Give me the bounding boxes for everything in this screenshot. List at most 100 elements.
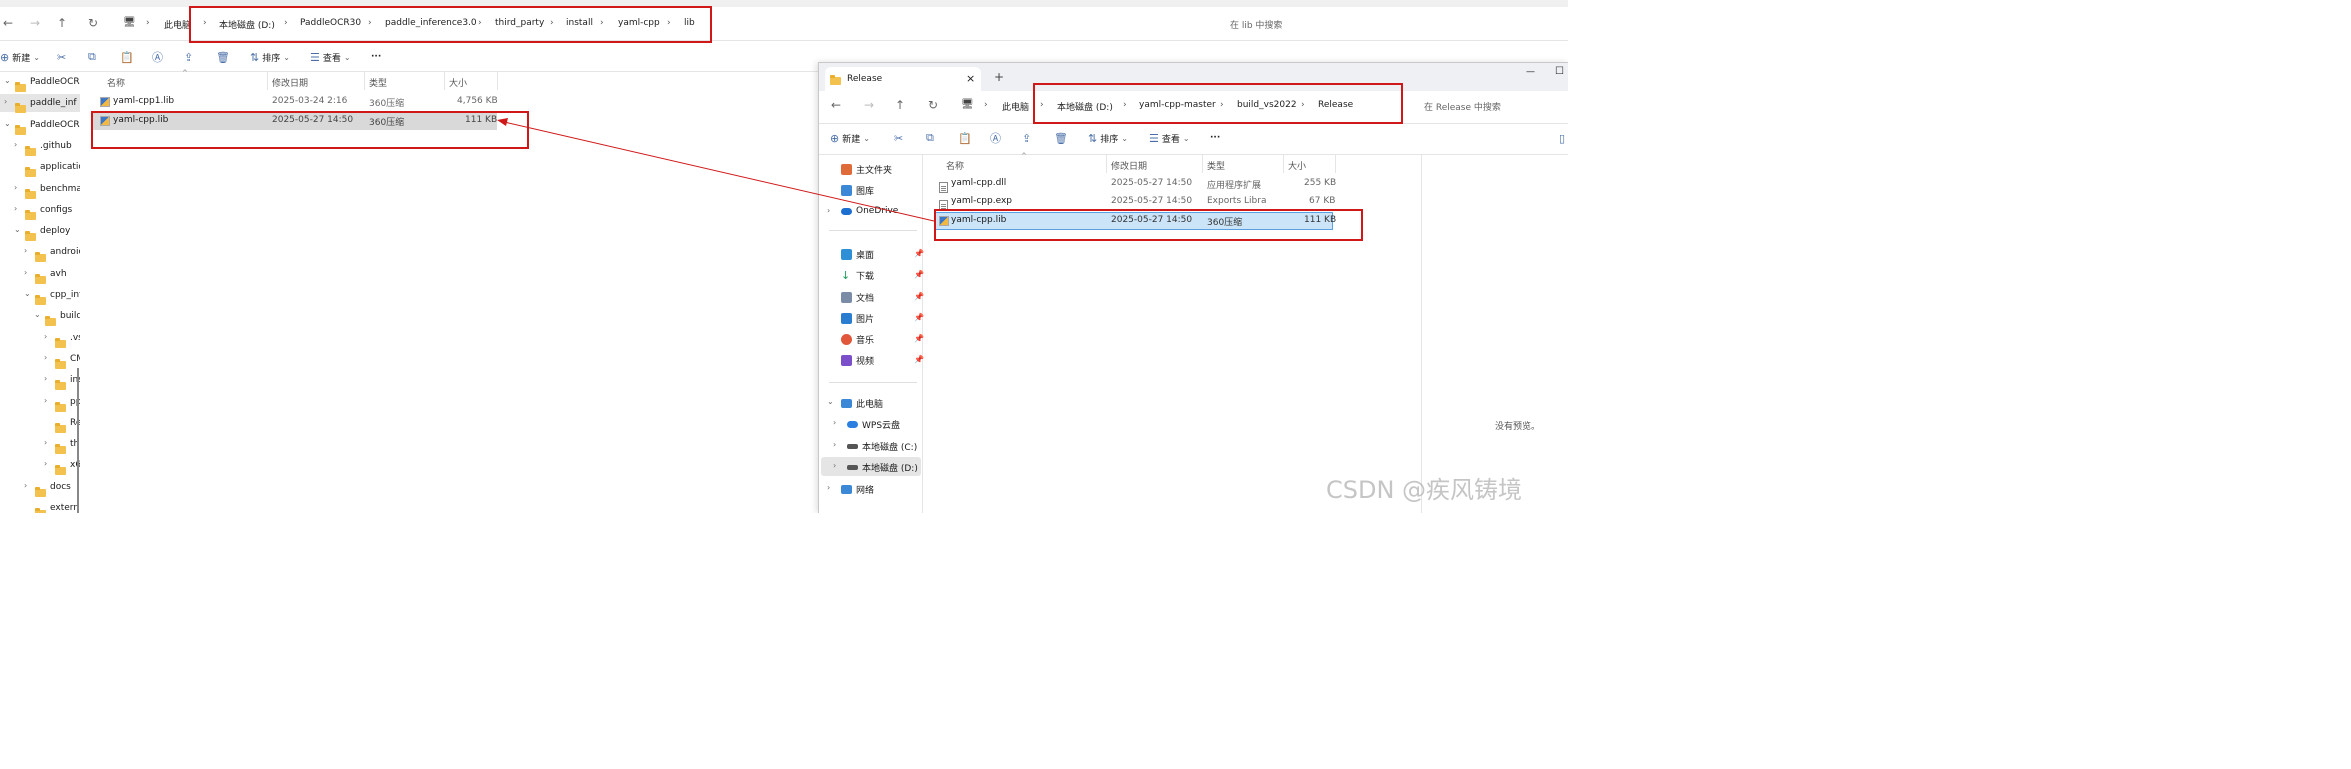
details-pane-icon[interactable]: ▯ <box>1559 132 1565 145</box>
chevron-right-icon[interactable]: › <box>24 481 27 490</box>
delete-icon[interactable]: 🗑 <box>216 49 230 65</box>
sidebar-item-pictures[interactable]: 图片 <box>841 312 874 325</box>
back-button[interactable]: ← <box>831 98 841 112</box>
back-button[interactable]: ← <box>3 16 13 30</box>
view-button[interactable]: ☰ 查看 ⌄ <box>310 49 351 65</box>
sidebar-item-gallery[interactable]: 图库 <box>841 184 874 197</box>
copy-icon[interactable]: ⧉ <box>926 130 934 146</box>
minimize-button[interactable]: — <box>1526 67 1535 77</box>
paste-icon[interactable]: 📋 <box>120 49 134 65</box>
sidebar-item-network[interactable]: 网络 <box>841 483 874 496</box>
chevron-right-icon[interactable]: › <box>44 353 47 362</box>
tree-item[interactable]: › benchma <box>0 180 80 199</box>
tree-item[interactable]: ›ppoc <box>0 393 80 412</box>
breadcrumb-this-pc[interactable]: 此电脑 <box>164 18 191 31</box>
chevron-right-icon[interactable]: › <box>24 246 27 255</box>
breadcrumb-this-pc[interactable]: 此电脑 <box>1002 100 1029 113</box>
pin-icon[interactable]: 📌 <box>914 292 924 301</box>
tree-item[interactable]: extern <box>0 499 80 513</box>
chevron-right-icon[interactable]: › <box>833 461 836 470</box>
tree-item[interactable]: › avh <box>0 265 80 284</box>
tree-item[interactable]: › androic <box>0 243 80 263</box>
sidebar-item-downloads[interactable]: ↓ 下载 <box>841 269 874 282</box>
more-options-button[interactable]: ··· <box>1210 130 1220 146</box>
share-icon[interactable]: ⇪ <box>1022 130 1031 146</box>
view-button[interactable]: ☰ 查看 ⌄ <box>1149 130 1190 146</box>
chevron-down-icon[interactable]: ⌄ <box>4 76 11 85</box>
forward-button[interactable]: → <box>864 98 874 112</box>
tree-item[interactable]: ⌄ cpp_infe <box>0 286 80 305</box>
column-header-date[interactable]: 修改日期 <box>272 76 308 89</box>
tree-item[interactable]: ›insta <box>0 371 80 391</box>
tree-item[interactable]: ⌄ PaddleOCR <box>0 116 80 135</box>
new-tab-button[interactable]: + <box>994 70 1004 84</box>
column-header-name[interactable]: 名称 <box>107 76 125 89</box>
tree-item[interactable]: applicatic <box>0 158 80 178</box>
chevron-down-icon[interactable]: ⌄ <box>4 119 11 128</box>
rename-icon[interactable]: Ⓐ <box>990 130 1001 146</box>
pin-icon[interactable]: 📌 <box>914 249 924 258</box>
up-button[interactable]: ↑ <box>895 98 905 112</box>
forward-button[interactable]: → <box>30 16 40 30</box>
pin-icon[interactable]: 📌 <box>914 313 924 322</box>
chevron-right-icon[interactable]: › <box>833 440 836 449</box>
share-icon[interactable]: ⇪ <box>184 49 193 65</box>
sidebar-item-wps-cloud[interactable]: WPS云盘 <box>847 418 900 431</box>
sidebar-item-this-pc[interactable]: 此电脑 <box>841 397 883 410</box>
rename-icon[interactable]: Ⓐ <box>152 49 163 65</box>
tree-item[interactable]: Relea <box>0 414 80 433</box>
sidebar-item-desktop[interactable]: 桌面 <box>841 248 874 261</box>
cut-icon[interactable]: ✂ <box>57 49 66 65</box>
pin-icon[interactable]: 📌 <box>914 355 924 364</box>
maximize-button[interactable]: ☐ <box>1555 66 1564 77</box>
chevron-down-icon[interactable]: ⌄ <box>24 289 31 298</box>
paste-icon[interactable]: 📋 <box>958 130 972 146</box>
chevron-right-icon[interactable]: › <box>44 396 47 405</box>
copy-icon[interactable]: ⧉ <box>88 49 96 65</box>
tree-item[interactable]: ›x64 <box>0 456 80 476</box>
sidebar-item-onedrive[interactable]: OneDrive <box>841 206 898 216</box>
sidebar-item-drive-c[interactable]: 本地磁盘 (C:) <box>847 440 917 453</box>
tree-item[interactable]: ⌄ PaddleOCR3 <box>0 73 80 92</box>
column-header-date[interactable]: 修改日期 <box>1111 159 1147 172</box>
sort-button[interactable]: ⇅ 排序 ⌄ <box>250 49 290 65</box>
chevron-right-icon[interactable]: › <box>44 438 47 447</box>
tree-item[interactable]: › CMa <box>0 350 80 369</box>
chevron-right-icon[interactable]: › <box>833 418 836 427</box>
column-header-type[interactable]: 类型 <box>369 76 387 89</box>
column-header-name[interactable]: 名称 <box>946 159 964 172</box>
chevron-right-icon[interactable]: › <box>44 374 47 383</box>
file-row[interactable]: yaml-cpp.dll 2025-05-27 14:50 应用程序扩展 255… <box>935 175 1336 193</box>
chevron-right-icon[interactable]: › <box>44 459 47 468</box>
chevron-down-icon[interactable]: ⌄ <box>34 310 41 319</box>
chevron-right-icon[interactable]: › <box>827 206 830 215</box>
close-tab-icon[interactable]: × <box>966 72 975 85</box>
delete-icon[interactable]: 🗑 <box>1054 130 1068 146</box>
tree-item[interactable]: › .vs <box>0 329 80 348</box>
chevron-down-icon[interactable]: ⌄ <box>14 225 21 234</box>
column-header-type[interactable]: 类型 <box>1207 159 1225 172</box>
chevron-down-icon[interactable]: ⌄ <box>827 397 834 406</box>
new-button[interactable]: ⊕ 新建 ⌄ <box>830 130 870 146</box>
sidebar-item-home[interactable]: 主文件夹 <box>841 163 892 176</box>
pin-icon[interactable]: 📌 <box>914 334 924 343</box>
tree-item[interactable]: ⌄ deploy <box>0 222 80 242</box>
column-header-size[interactable]: 大小 <box>449 76 467 89</box>
new-button[interactable]: ⊕ 新建 ⌄ <box>0 49 40 65</box>
more-options-button[interactable]: ··· <box>371 49 381 65</box>
chevron-right-icon[interactable]: › <box>827 483 830 492</box>
tree-item[interactable]: ›third <box>0 435 80 455</box>
sort-button[interactable]: ⇅ 排序 ⌄ <box>1088 130 1128 146</box>
pin-icon[interactable]: 📌 <box>914 270 924 279</box>
sidebar-item-videos[interactable]: 视频 <box>841 354 874 367</box>
tree-item[interactable]: › .github <box>0 137 80 156</box>
cut-icon[interactable]: ✂ <box>894 130 903 146</box>
tree-item[interactable]: ⌄ build_ <box>0 307 80 327</box>
up-button[interactable]: ↑ <box>57 16 67 30</box>
tree-item[interactable]: › paddle_inf <box>0 94 80 114</box>
tab-release[interactable]: Release × <box>825 67 981 91</box>
column-header-size[interactable]: 大小 <box>1288 159 1306 172</box>
sidebar-item-music[interactable]: 音乐 <box>841 333 874 346</box>
refresh-button[interactable]: ↻ <box>88 16 98 30</box>
chevron-right-icon[interactable]: › <box>44 332 47 341</box>
